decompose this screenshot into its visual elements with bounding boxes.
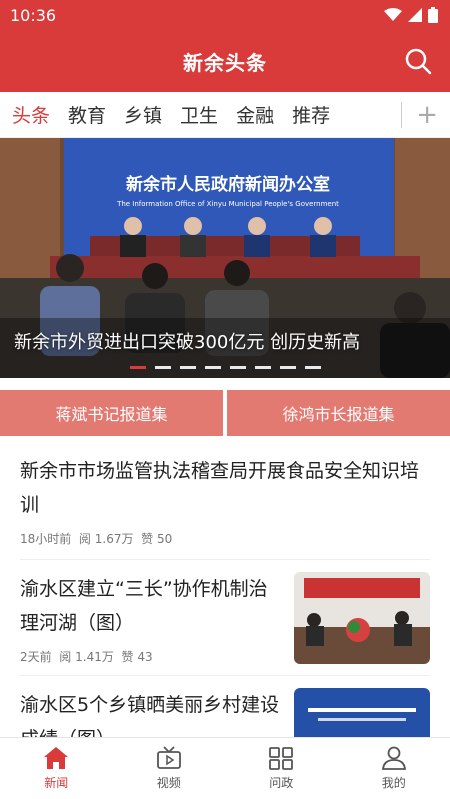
carousel-dot (129, 366, 146, 369)
add-tab-button[interactable]: + (416, 100, 438, 130)
news-thumbnail (294, 572, 430, 664)
app-header: 新余头条 (0, 30, 450, 92)
carousel-dot (229, 366, 246, 369)
carousel-dot (304, 366, 321, 369)
nav-politics-label: 问政 (269, 776, 294, 790)
tv-icon (156, 746, 181, 769)
status-time: 10:36 (10, 5, 57, 25)
news-title: 渝水区建立“三长”协作机制治理河湖（图） (20, 578, 268, 634)
home-icon (44, 747, 69, 769)
carousel-dot (204, 366, 221, 369)
news-list: 新余市市场监管执法稽查局开展食品安全知识培训 18小时前 阅 1.67万 赞 5… (0, 436, 450, 780)
tabs-divider (401, 102, 402, 128)
nav-profile-label: 我的 (381, 776, 406, 790)
nav-video-label: 视频 (156, 776, 181, 790)
report-collection-xu[interactable]: 徐鸿市长报道集 (227, 390, 450, 436)
tab-towns[interactable]: 乡镇 (124, 101, 162, 128)
signal-icon (408, 8, 422, 22)
news-item[interactable]: 新余市市场监管执法稽查局开展食品安全知识培训 18小时前 阅 1.67万 赞 5… (20, 436, 430, 560)
user-icon (381, 746, 406, 770)
nav-politics[interactable]: 问政 (225, 738, 338, 799)
tab-education[interactable]: 教育 (68, 101, 106, 128)
tab-headlines[interactable]: 头条 (12, 101, 50, 128)
category-tabs: 头条 教育 乡镇 卫生 金融 推荐 + (0, 92, 450, 138)
status-bar: 10:36 (0, 0, 450, 30)
tab-recommend[interactable]: 推荐 (292, 101, 330, 128)
nav-news-label: 新闻 (44, 776, 69, 790)
news-meta: 18小时前 阅 1.67万 赞 50 (20, 532, 173, 546)
banner-caption: 新余市外贸进出口突破300亿元 创历史新高 (14, 332, 361, 353)
backdrop-subtitle: The Information Office of Xinyu Municipa… (116, 200, 339, 208)
grid-icon (269, 747, 294, 770)
app-title: 新余头条 (183, 50, 267, 75)
tab-finance[interactable]: 金融 (236, 101, 274, 128)
status-icons (384, 7, 438, 23)
wifi-icon (384, 8, 402, 21)
carousel-dot (254, 366, 271, 369)
nav-profile[interactable]: 我的 (338, 738, 450, 799)
battery-icon (428, 7, 438, 23)
nav-news[interactable]: 新闻 (0, 738, 113, 799)
carousel-dot (279, 366, 296, 369)
news-title: 新余市市场监管执法稽查局开展食品安全知识培训 (20, 460, 420, 516)
bottom-navigation: 新闻 视频 问政 我的 (0, 737, 450, 799)
news-meta: 2天前 阅 1.41万 赞 43 (20, 650, 153, 664)
backdrop-title: 新余市人民政府新闻办公室 (126, 174, 330, 195)
carousel-indicator (0, 366, 450, 369)
report-collections: 蒋斌书记报道集 徐鸿市长报道集 (0, 378, 450, 436)
carousel-dot (179, 366, 196, 369)
news-item[interactable]: 渝水区建立“三长”协作机制治理河湖（图） 2天前 阅 1.41万 赞 43 (20, 560, 430, 676)
banner-carousel[interactable]: 新余市人民政府新闻办公室 The Information Office of X… (0, 138, 450, 378)
carousel-dot (154, 366, 171, 369)
report-collection-jiang[interactable]: 蒋斌书记报道集 (0, 390, 223, 436)
tab-health[interactable]: 卫生 (180, 101, 218, 128)
nav-video[interactable]: 视频 (113, 738, 226, 799)
search-icon[interactable] (404, 47, 432, 75)
